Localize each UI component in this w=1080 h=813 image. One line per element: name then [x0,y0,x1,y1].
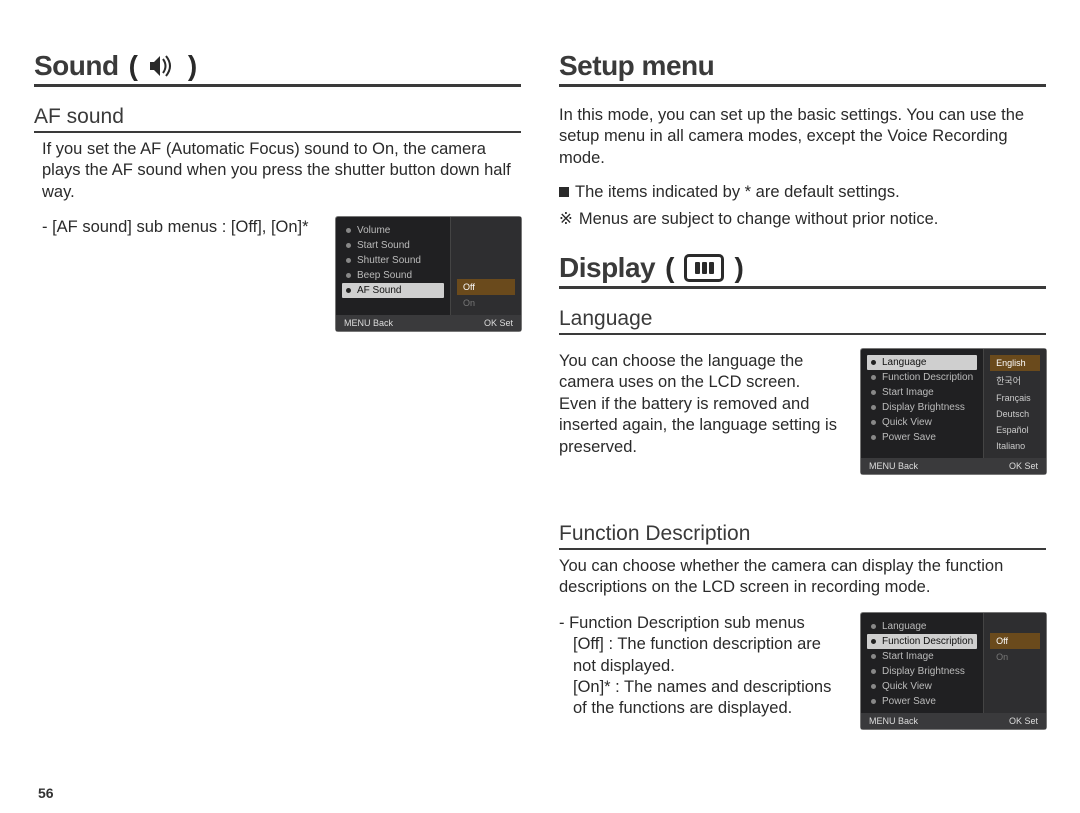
lcd-option: On [990,649,1040,665]
lcd-item-selected: AF Sound [342,283,444,298]
lcd-footer-back: MENU Back [869,461,918,471]
lcd-option: On [457,295,515,311]
lcd-item: Quick View [867,679,977,694]
af-sound-desc: If you set the AF (Automatic Focus) soun… [42,139,521,203]
lcd-af-left: Volume Start Sound Shutter Sound Beep So… [336,217,450,315]
setup-bullet-2: ※Menus are subject to change without pri… [559,208,1046,230]
lcd-item: Function Description [867,370,977,385]
lcd-func-desc: Language Function Description Start Imag… [861,613,1046,729]
speaker-icon [148,54,178,78]
close-paren: ) [188,50,197,82]
lcd-item: Language [867,619,977,634]
lcd-footer-set: OK Set [484,318,513,328]
close-paren: ) [734,252,743,284]
open-paren: ( [129,50,138,82]
lcd-item-selected: Function Description [867,634,977,649]
lcd-footer-back: MENU Back [869,716,918,726]
af-sound-row: - [AF sound] sub menus : [Off], [On]* Vo… [42,217,521,331]
lcd-footer-set: OK Set [1009,716,1038,726]
af-sound-submenus: - [AF sound] sub menus : [Off], [On]* [42,217,316,238]
lcd-option: Italiano [990,438,1040,454]
lcd-option: Español [990,422,1040,438]
page-number: 56 [38,785,54,801]
lcd-item: Volume [342,223,444,238]
func-subhead: Function Description [559,522,1046,550]
lcd-option: Off [457,279,515,295]
func-sub-off: [Off] : The function description are not… [559,634,841,677]
lcd-item: Start Sound [342,238,444,253]
func-sub-intro: - Function Description sub menus [559,613,841,634]
square-bullet-icon [559,187,569,197]
lcd-item: Power Save [867,694,977,709]
left-column: Sound ( ) AF sound If you set the AF (Au… [34,50,521,813]
lcd-option: Deutsch [990,406,1040,422]
right-column: Setup menu In this mode, you can set up … [559,50,1046,813]
open-paren: ( [665,252,674,284]
lcd-af-sound: Volume Start Sound Shutter Sound Beep So… [336,217,521,331]
lcd-language: Language Function Description Start Imag… [861,349,1046,474]
lcd-item: Start Image [867,649,977,664]
setup-heading-row: Setup menu [559,50,1046,87]
sound-heading-row: Sound ( ) [34,50,521,87]
lcd-item: Quick View [867,415,977,430]
lcd-footer-back: MENU Back [344,318,393,328]
func-sub-on: [On]* : The names and descriptions of th… [559,677,841,720]
lcd-af-right: Off On [450,217,521,315]
display-icon [684,254,724,282]
language-row: You can choose the language the camera u… [559,349,1046,474]
lcd-option: Off [990,633,1040,649]
language-desc: You can choose the language the camera u… [559,351,841,458]
setup-heading: Setup menu [559,50,714,82]
lcd-item: Start Image [867,385,977,400]
lcd-item: Display Brightness [867,400,977,415]
func-desc: You can choose whether the camera can di… [559,556,1046,599]
sound-heading: Sound [34,50,119,82]
display-heading: Display [559,252,655,284]
display-heading-row: Display ( ) [559,252,1046,289]
lcd-option: English [990,355,1040,371]
reference-mark-icon: ※ [559,210,573,228]
lcd-footer: MENU Back OK Set [336,315,521,331]
language-subhead: Language [559,307,1046,335]
lcd-item: Shutter Sound [342,253,444,268]
setup-desc: In this mode, you can set up the basic s… [559,105,1046,169]
lcd-option: 한국어 [990,371,1040,390]
lcd-footer-set: OK Set [1009,461,1038,471]
lcd-item: Display Brightness [867,664,977,679]
af-sound-subhead: AF sound [34,105,521,133]
lcd-item: Beep Sound [342,268,444,283]
lcd-item-selected: Language [867,355,977,370]
func-row: - Function Description sub menus [Off] :… [559,613,1046,729]
func-sub: - Function Description sub menus [Off] :… [559,613,841,720]
lcd-item: Power Save [867,430,977,445]
setup-bullet-1: The items indicated by * are default set… [559,181,1046,203]
lcd-option: Français [990,390,1040,406]
